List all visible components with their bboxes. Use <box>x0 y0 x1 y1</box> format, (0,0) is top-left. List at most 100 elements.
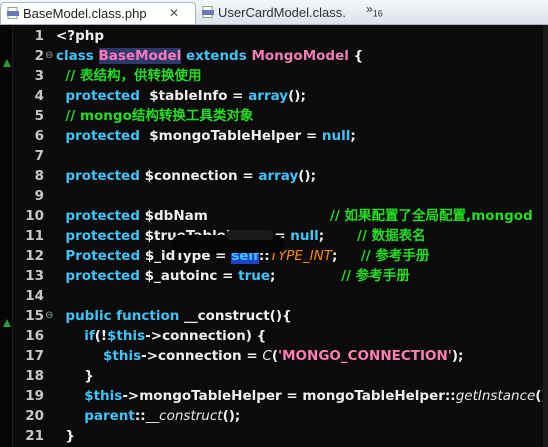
chevron-double-right-icon: » <box>366 2 373 16</box>
code-token: ; <box>318 228 358 244</box>
code-token: ->connection) { <box>145 328 267 344</box>
tab-label: BaseModel.class.php <box>23 6 147 21</box>
code-line[interactable]: 4 protected $tableInfo = array(); <box>0 86 548 106</box>
code-token: = <box>217 268 239 284</box>
code-token: if <box>56 328 95 344</box>
code-token: true <box>238 268 271 284</box>
code-token: } <box>56 428 76 444</box>
code-line[interactable]: 17 $this->connection = C('MONGO_CONNECTI… <box>0 346 548 366</box>
code-token: (); <box>298 168 317 184</box>
line-number: 12 <box>25 248 44 264</box>
code-token: class <box>56 48 99 64</box>
code-text: class BaseModel extends MongoModel { <box>56 46 363 66</box>
close-icon[interactable]: ✕ <box>169 3 179 24</box>
php-file-icon <box>202 6 214 18</box>
code-token: // 参考手册 <box>360 248 430 264</box>
code-line[interactable]: 16 if(!$this->connection) { <box>0 326 548 346</box>
code-text: public function __construct(){ <box>56 306 291 326</box>
code-line[interactable]: 15 ⊖ public function __construct(){ <box>0 306 548 326</box>
code-token: <?php <box>56 28 105 44</box>
code-token: $this <box>107 328 146 344</box>
code-token: __construct <box>145 408 223 424</box>
code-token: public function <box>56 308 185 324</box>
code-line[interactable]: 8 protected $connection = array(); <box>0 166 548 186</box>
code-text: parent::__construct(); <box>56 406 240 426</box>
vertical-scrollbar[interactable] <box>543 25 548 447</box>
line-number: 9 <box>34 188 44 204</box>
line-number: 19 <box>25 388 44 404</box>
code-token: // mongo结构转换工具类对象 <box>56 108 254 124</box>
code-token: // 如果配置了全局配置,mongod <box>330 208 533 224</box>
code-token: getInstance <box>455 388 536 404</box>
code-line[interactable]: 14 <box>0 286 548 306</box>
line-number: 4 <box>34 88 44 104</box>
line-number: 17 <box>25 348 44 364</box>
line-number: 5 <box>34 108 44 124</box>
code-text: protected $tableInfo = array(); <box>56 86 305 106</box>
line-number: 16 <box>25 328 44 344</box>
code-token: 'MONGO_CONNECTION' <box>277 348 452 364</box>
line-number: 2 <box>34 48 44 64</box>
fold-toggle-icon[interactable]: ⊖ <box>45 46 55 66</box>
line-number: 14 <box>25 288 44 304</box>
code-line[interactable]: 7 <box>0 146 548 166</box>
code-line[interactable]: 1 <?php <box>0 26 548 46</box>
code-token: $mongoTableHelper <box>149 128 302 144</box>
code-text: protected $mongoTableHelper = null; <box>56 126 355 146</box>
code-token: extends <box>181 48 252 64</box>
code-token: protected <box>56 88 150 104</box>
code-token: = <box>301 128 322 144</box>
code-token: // 参考手册 <box>341 268 410 284</box>
redaction-mark <box>226 230 274 240</box>
code-line[interactable]: 13 protected $_autoinc = true; // 参考手册 <box>0 266 548 286</box>
code-token: $this <box>56 388 123 404</box>
code-token: protected <box>56 128 150 144</box>
editor-tab-bar: BaseModel.class.php ✕ UserCardModel.clas… <box>0 0 548 25</box>
code-token: protected <box>56 268 145 284</box>
code-token: $tableInfo <box>149 88 228 104</box>
code-token: MongoModel <box>251 48 349 64</box>
code-text: <?php <box>56 26 104 46</box>
code-editor[interactable]: 1 <?php 2 ⊖ class BaseModel extends MongoMod… <box>0 25 548 447</box>
code-token: protected <box>56 228 145 244</box>
code-token: = <box>237 168 259 184</box>
code-line[interactable]: 3 // 表结构，供转换使用 <box>0 66 548 86</box>
line-number: 1 <box>34 28 44 44</box>
code-line[interactable]: 6 protected $mongoTableHelper = null; <box>0 126 548 146</box>
code-line[interactable]: 20 parent::__construct(); <box>0 406 548 426</box>
tab-label: UserCardModel.class. <box>218 5 346 20</box>
code-line[interactable]: 19 $this->mongoTableHelper = mongoTableH… <box>0 386 548 406</box>
code-token: // 数据表名 <box>357 228 426 244</box>
fold-toggle-icon[interactable]: ⊖ <box>45 306 55 326</box>
code-line[interactable]: 2 ⊖ class BaseModel extends MongoModel { <box>0 46 548 66</box>
code-token: ; <box>331 248 361 264</box>
line-number: 6 <box>34 128 44 144</box>
code-text: // mongo结构转换工具类对象 <box>56 106 253 126</box>
code-line[interactable]: 5 // mongo结构转换工具类对象 <box>0 106 548 126</box>
code-token: array <box>248 88 289 104</box>
code-line[interactable]: 18 } <box>0 366 548 386</box>
code-token: = <box>227 88 249 104</box>
override-marker-icon[interactable] <box>3 312 11 327</box>
code-line[interactable]: 21 } <box>0 426 548 446</box>
code-token: $dbNam <box>144 208 208 224</box>
line-number: 15 <box>25 308 44 324</box>
code-token: ); <box>451 348 464 364</box>
code-text: } <box>56 426 75 446</box>
code-token: $this <box>56 348 142 364</box>
code-token: Protected <box>56 248 145 264</box>
code-line[interactable]: 10 protected $dbNam // 如果配置了全局配置,mongod <box>0 206 548 226</box>
code-token: :: <box>134 408 146 424</box>
code-token: $_autoinc <box>144 268 218 284</box>
code-token: parent <box>56 408 135 424</box>
tab-usercardmodel[interactable]: UserCardModel.class. <box>196 2 356 23</box>
tab-overflow-button[interactable]: »16 <box>366 2 383 18</box>
tab-basemodel[interactable]: BaseModel.class.php ✕ <box>0 2 196 24</box>
code-text: $this->connection = C('MONGO_CONNECTION'… <box>56 346 463 366</box>
code-line[interactable]: 9 <box>0 186 548 206</box>
line-number: 10 <box>25 208 44 224</box>
code-token: protected <box>56 168 145 184</box>
code-token: $connection <box>144 168 238 184</box>
override-marker-icon[interactable] <box>3 52 11 67</box>
